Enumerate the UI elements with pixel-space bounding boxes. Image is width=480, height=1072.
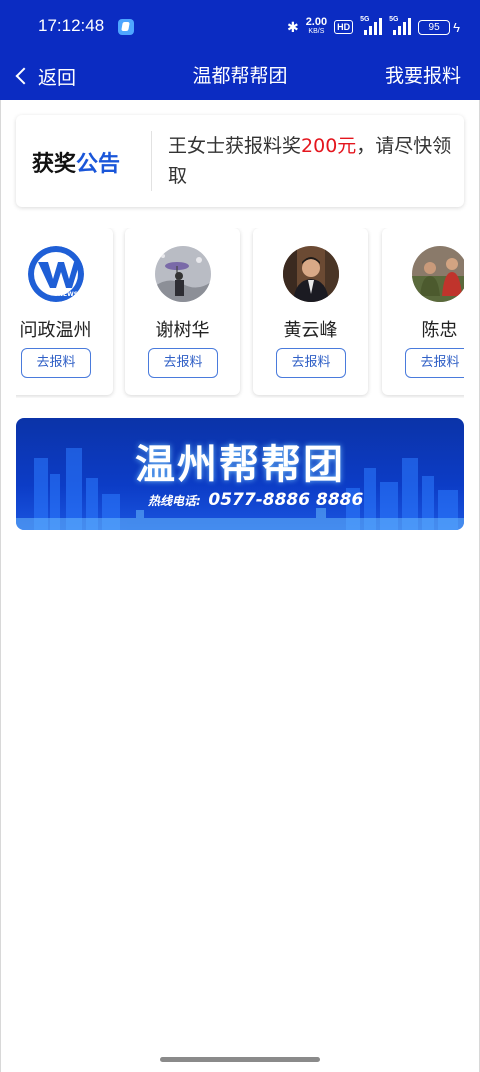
app-notification-icon: [118, 19, 134, 35]
reporter-name: 陈忠: [421, 320, 458, 341]
signal-icon: 5G: [360, 16, 383, 36]
avatar: [412, 246, 464, 302]
banner-hotline: 热线电话: 0577-8886 8886: [148, 490, 363, 510]
award-notice[interactable]: 获奖公告 王女士获报料奖200元，请尽快领取: [16, 115, 464, 207]
notice-message: 王女士获报料奖200元，请尽快领取: [168, 131, 456, 191]
person-photo-icon: [155, 246, 211, 302]
reporter-card[interactable]: 谢树华 去报料: [125, 228, 240, 395]
chevron-left-icon: [15, 67, 33, 85]
network-speed-value: 2.00: [305, 16, 328, 28]
back-label: 返回: [38, 66, 77, 89]
bluetooth-icon: ✱: [286, 18, 299, 35]
avatar: NEWS: [28, 246, 84, 302]
notice-tag-award: 获奖: [32, 152, 77, 177]
person-photo-icon: [283, 246, 339, 302]
banner-title: 温州帮帮团: [135, 442, 345, 488]
report-to-button[interactable]: 去报料: [405, 348, 464, 378]
notice-tag-announce: 公告: [76, 152, 121, 177]
person-photo-icon: [412, 246, 464, 302]
notice-divider: [151, 131, 152, 191]
network-speed-unit: KB/S: [308, 28, 325, 35]
report-to-button[interactable]: 去报料: [21, 348, 91, 378]
home-indicator[interactable]: [160, 1057, 320, 1062]
network-speed: 2.00 KB/S: [305, 16, 328, 36]
notice-amount: 200元: [301, 135, 357, 157]
reporter-name: 谢树华: [155, 320, 210, 341]
news-logo-icon: NEWS: [28, 246, 84, 302]
status-bar: 17:12:48 ✱ 2.00 KB/S HD 5G 5G 95 ϟ: [0, 0, 480, 54]
report-button[interactable]: 我要报料: [385, 60, 461, 92]
status-time: 17:12:48: [38, 16, 105, 35]
reporter-name: 问政温州: [19, 320, 92, 341]
report-to-button[interactable]: 去报料: [276, 348, 346, 378]
hotline-banner[interactable]: 温州帮帮团 热线电话: 0577-8886 8886: [16, 418, 464, 530]
charging-icon: ϟ: [453, 19, 460, 35]
reporter-name: 黄云峰: [283, 320, 338, 341]
svg-text:NEWS: NEWS: [58, 291, 78, 298]
battery-icon: 95 ϟ: [418, 19, 460, 35]
hotline-number: 0577-8886 8886: [208, 490, 364, 510]
signal-icon-2: 5G: [389, 16, 412, 36]
reporter-card[interactable]: 黄云峰 去报料: [253, 228, 368, 395]
notice-tag: 获奖公告: [32, 146, 120, 178]
status-icons: ✱ 2.00 KB/S HD 5G 5G 95 ϟ: [287, 14, 460, 40]
reporter-card[interactable]: 陈忠 去报料: [382, 228, 464, 395]
back-button[interactable]: 返回: [14, 60, 76, 92]
hd-icon: HD: [334, 20, 354, 34]
notice-text-before: 王女士获报料奖: [168, 135, 302, 157]
battery-level: 95: [418, 19, 451, 35]
avatar: [283, 246, 339, 302]
reporter-card[interactable]: NEWS 问政温州 去报料: [16, 228, 113, 395]
report-to-button[interactable]: 去报料: [148, 348, 218, 378]
hotline-label: 热线电话:: [148, 494, 201, 508]
nav-bar: 返回 温都帮帮团 我要报料: [0, 54, 480, 100]
reporter-carousel[interactable]: NEWS 问政温州 去报料 谢树华 去报料 黄云峰 去报料 陈忠 去报料: [16, 228, 464, 398]
avatar: [155, 246, 211, 302]
